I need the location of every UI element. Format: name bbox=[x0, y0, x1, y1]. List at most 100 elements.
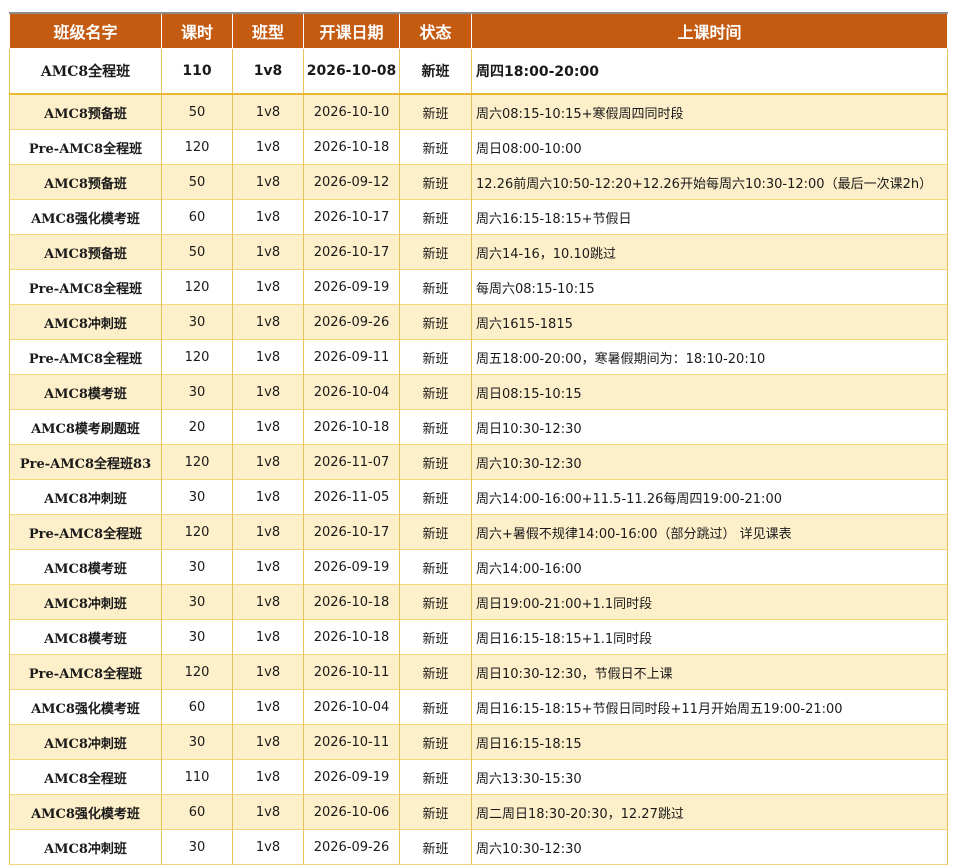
cell-start-date[interactable]: 2026-10-11 bbox=[303, 724, 400, 760]
cell-hours[interactable]: 120 bbox=[161, 654, 233, 690]
cell-class-type[interactable]: 1v8 bbox=[232, 619, 304, 655]
cell-status[interactable]: 新班 bbox=[399, 94, 472, 130]
cell-start-date[interactable]: 2026-10-18 bbox=[303, 129, 400, 165]
cell-class-name[interactable]: Pre-AMC8全程班 bbox=[9, 654, 162, 690]
cell-status[interactable]: 新班 bbox=[399, 829, 472, 865]
cell-class-name[interactable]: AMC8强化模考班 bbox=[9, 199, 162, 235]
cell-class-type[interactable]: 1v8 bbox=[232, 164, 304, 200]
cell-start-date[interactable]: 2026-10-04 bbox=[303, 374, 400, 410]
cell-schedule-time[interactable]: 周六13:30-15:30 bbox=[471, 759, 948, 795]
cell-class-name[interactable]: AMC8预备班 bbox=[9, 94, 162, 130]
cell-hours[interactable]: 20 bbox=[161, 409, 233, 445]
cell-status[interactable]: 新班 bbox=[399, 724, 472, 760]
cell-status[interactable]: 新班 bbox=[399, 339, 472, 375]
cell-class-type[interactable]: 1v8 bbox=[232, 94, 304, 130]
cell-schedule-time[interactable]: 周六10:30-12:30 bbox=[471, 829, 948, 865]
cell-class-name[interactable]: Pre-AMC8全程班 bbox=[9, 129, 162, 165]
header-start-date[interactable]: 开课日期 bbox=[303, 12, 400, 49]
cell-class-type[interactable]: 1v8 bbox=[232, 514, 304, 550]
cell-schedule-time[interactable]: 周日16:15-18:15+节假日同时段+11月开始周五19:00-21:00 bbox=[471, 689, 948, 725]
cell-class-name[interactable]: AMC8冲刺班 bbox=[9, 479, 162, 515]
cell-hours[interactable]: 30 bbox=[161, 549, 233, 585]
cell-status[interactable]: 新班 bbox=[399, 304, 472, 340]
cell-hours[interactable]: 30 bbox=[161, 584, 233, 620]
cell-hours[interactable]: 120 bbox=[161, 269, 233, 305]
cell-hours[interactable]: 50 bbox=[161, 164, 233, 200]
cell-schedule-time[interactable]: 每周六08:15-10:15 bbox=[471, 269, 948, 305]
header-class-type[interactable]: 班型 bbox=[232, 12, 304, 49]
cell-class-name[interactable]: AMC8全程班 bbox=[9, 759, 162, 795]
cell-class-type[interactable]: 1v8 bbox=[232, 409, 304, 445]
cell-class-name[interactable]: AMC8模考刷题班 bbox=[9, 409, 162, 445]
header-class-name[interactable]: 班级名字 bbox=[9, 12, 162, 49]
cell-start-date[interactable]: 2026-10-06 bbox=[303, 794, 400, 830]
cell-start-date[interactable]: 2026-10-10 bbox=[303, 94, 400, 130]
cell-start-date[interactable]: 2026-09-26 bbox=[303, 304, 400, 340]
cell-schedule-time[interactable]: 周六+暑假不规律14:00-16:00（部分跳过） 详见课表 bbox=[471, 514, 948, 550]
cell-hours[interactable]: 110 bbox=[161, 759, 233, 795]
cell-hours[interactable]: 30 bbox=[161, 374, 233, 410]
cell-class-name[interactable]: AMC8强化模考班 bbox=[9, 689, 162, 725]
cell-start-date[interactable]: 2026-10-17 bbox=[303, 199, 400, 235]
cell-schedule-time[interactable]: 周日19:00-21:00+1.1同时段 bbox=[471, 584, 948, 620]
cell-class-type[interactable]: 1v8 bbox=[232, 479, 304, 515]
cell-class-type[interactable]: 1v8 bbox=[232, 269, 304, 305]
cell-start-date[interactable]: 2026-10-18 bbox=[303, 409, 400, 445]
cell-hours[interactable]: 60 bbox=[161, 689, 233, 725]
cell-schedule-time[interactable]: 周日08:15-10:15 bbox=[471, 374, 948, 410]
cell-class-name[interactable]: AMC8强化模考班 bbox=[9, 794, 162, 830]
cell-hours[interactable]: 30 bbox=[161, 304, 233, 340]
cell-class-name[interactable]: AMC8预备班 bbox=[9, 234, 162, 270]
cell-start-date[interactable]: 2026-09-12 bbox=[303, 164, 400, 200]
cell-status[interactable]: 新班 bbox=[399, 269, 472, 305]
cell-class-type[interactable]: 1v8 bbox=[232, 549, 304, 585]
cell-class-name[interactable]: Pre-AMC8全程班83 bbox=[9, 444, 162, 480]
cell-class-type[interactable]: 1v8 bbox=[232, 654, 304, 690]
cell-hours[interactable]: 120 bbox=[161, 444, 233, 480]
cell-start-date[interactable]: 2026-09-19 bbox=[303, 269, 400, 305]
cell-class-name[interactable]: AMC8冲刺班 bbox=[9, 304, 162, 340]
cell-start-date[interactable]: 2026-10-17 bbox=[303, 514, 400, 550]
cell-schedule-time[interactable]: 周四18:00-20:00 bbox=[471, 48, 948, 94]
cell-schedule-time[interactable]: 周六10:30-12:30 bbox=[471, 444, 948, 480]
cell-status[interactable]: 新班 bbox=[399, 48, 472, 94]
cell-hours[interactable]: 60 bbox=[161, 794, 233, 830]
cell-schedule-time[interactable]: 周六08:15-10:15+寒假周四同时段 bbox=[471, 94, 948, 130]
cell-status[interactable]: 新班 bbox=[399, 444, 472, 480]
cell-hours[interactable]: 120 bbox=[161, 129, 233, 165]
cell-class-type[interactable]: 1v8 bbox=[232, 794, 304, 830]
cell-class-type[interactable]: 1v8 bbox=[232, 48, 304, 94]
cell-class-type[interactable]: 1v8 bbox=[232, 199, 304, 235]
cell-class-type[interactable]: 1v8 bbox=[232, 829, 304, 865]
cell-schedule-time[interactable]: 周日16:15-18:15 bbox=[471, 724, 948, 760]
cell-schedule-time[interactable]: 周六14-16，10.10跳过 bbox=[471, 234, 948, 270]
cell-schedule-time[interactable]: 周六1615-1815 bbox=[471, 304, 948, 340]
cell-class-name[interactable]: Pre-AMC8全程班 bbox=[9, 269, 162, 305]
cell-hours[interactable]: 50 bbox=[161, 94, 233, 130]
cell-hours[interactable]: 120 bbox=[161, 339, 233, 375]
cell-class-type[interactable]: 1v8 bbox=[232, 374, 304, 410]
cell-schedule-time[interactable]: 周日10:30-12:30 bbox=[471, 409, 948, 445]
cell-status[interactable]: 新班 bbox=[399, 759, 472, 795]
cell-class-type[interactable]: 1v8 bbox=[232, 689, 304, 725]
cell-hours[interactable]: 110 bbox=[161, 48, 233, 94]
cell-status[interactable]: 新班 bbox=[399, 374, 472, 410]
cell-start-date[interactable]: 2026-09-26 bbox=[303, 829, 400, 865]
cell-hours[interactable]: 60 bbox=[161, 199, 233, 235]
cell-start-date[interactable]: 2026-10-17 bbox=[303, 234, 400, 270]
cell-schedule-time[interactable]: 周五18:00-20:00，寒暑假期间为：18:10-20:10 bbox=[471, 339, 948, 375]
cell-status[interactable]: 新班 bbox=[399, 584, 472, 620]
cell-hours[interactable]: 50 bbox=[161, 234, 233, 270]
cell-schedule-time[interactable]: 周六14:00-16:00+11.5-11.26每周四19:00-21:00 bbox=[471, 479, 948, 515]
cell-status[interactable]: 新班 bbox=[399, 129, 472, 165]
cell-status[interactable]: 新班 bbox=[399, 549, 472, 585]
cell-start-date[interactable]: 2026-11-05 bbox=[303, 479, 400, 515]
cell-schedule-time[interactable]: 周二周日18:30-20:30，12.27跳过 bbox=[471, 794, 948, 830]
cell-hours[interactable]: 30 bbox=[161, 829, 233, 865]
cell-hours[interactable]: 30 bbox=[161, 619, 233, 655]
cell-class-name[interactable]: AMC8全程班 bbox=[9, 48, 162, 94]
cell-class-name[interactable]: AMC8模考班 bbox=[9, 619, 162, 655]
cell-class-name[interactable]: AMC8冲刺班 bbox=[9, 584, 162, 620]
cell-class-type[interactable]: 1v8 bbox=[232, 759, 304, 795]
cell-start-date[interactable]: 2026-09-19 bbox=[303, 759, 400, 795]
